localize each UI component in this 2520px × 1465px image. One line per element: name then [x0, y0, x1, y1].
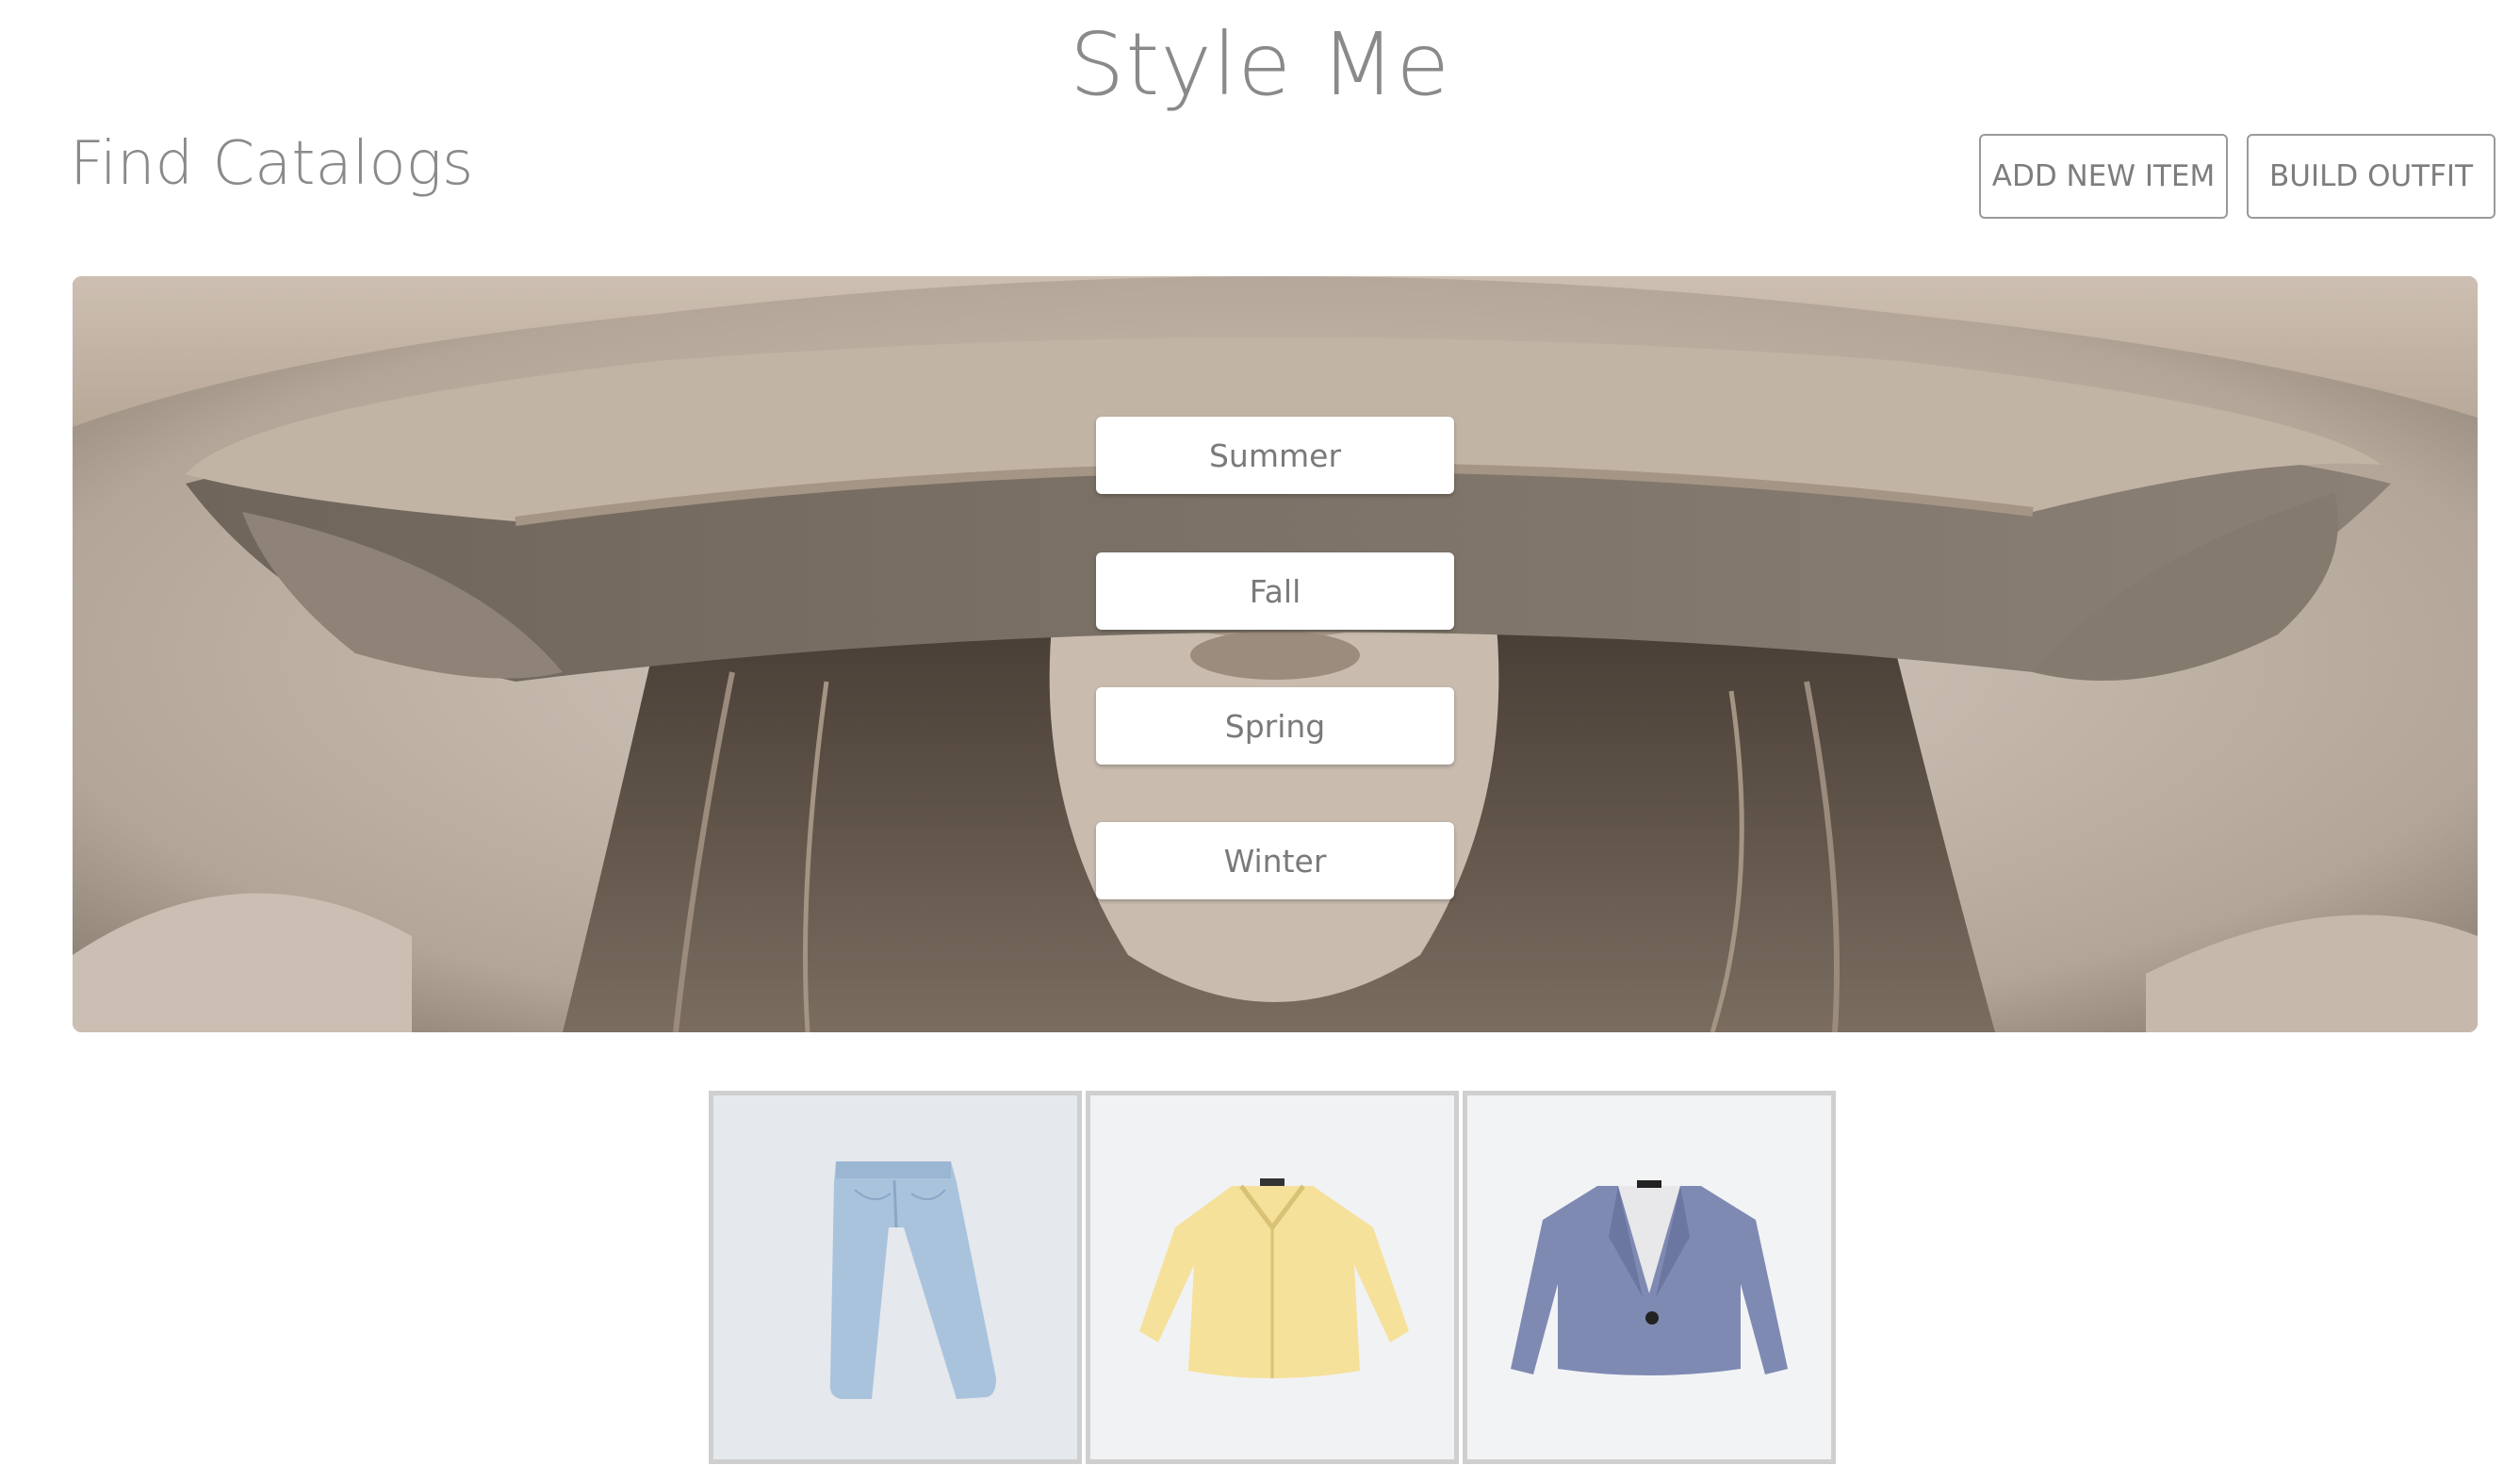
- season-button-fall[interactable]: Fall: [1096, 552, 1454, 630]
- blazer-image: [1467, 1095, 1831, 1459]
- site-title: Style Me: [1069, 14, 1451, 115]
- page-title: Find Catalogs: [70, 129, 474, 199]
- catalog-thumbnails: [709, 1091, 1836, 1464]
- season-button-summer[interactable]: Summer: [1096, 417, 1454, 494]
- season-button-spring[interactable]: Spring: [1096, 687, 1454, 765]
- hero-banner: Summer Fall Spring Winter: [73, 276, 2478, 1032]
- hero-photo: [73, 276, 2478, 1032]
- season-button-winter[interactable]: Winter: [1096, 822, 1454, 899]
- jeans-image: [713, 1095, 1077, 1459]
- add-new-item-button[interactable]: ADD NEW ITEM: [1979, 134, 2228, 219]
- build-outfit-button[interactable]: BUILD OUTFIT: [2247, 134, 2495, 219]
- catalog-item-shirt[interactable]: [1086, 1091, 1459, 1464]
- catalog-item-blazer[interactable]: [1463, 1091, 1836, 1464]
- shirt-image: [1090, 1095, 1454, 1459]
- catalog-item-jeans[interactable]: [709, 1091, 1082, 1464]
- style-me-page: Style Me Find Catalogs ADD NEW ITEM BUIL…: [0, 0, 2520, 1465]
